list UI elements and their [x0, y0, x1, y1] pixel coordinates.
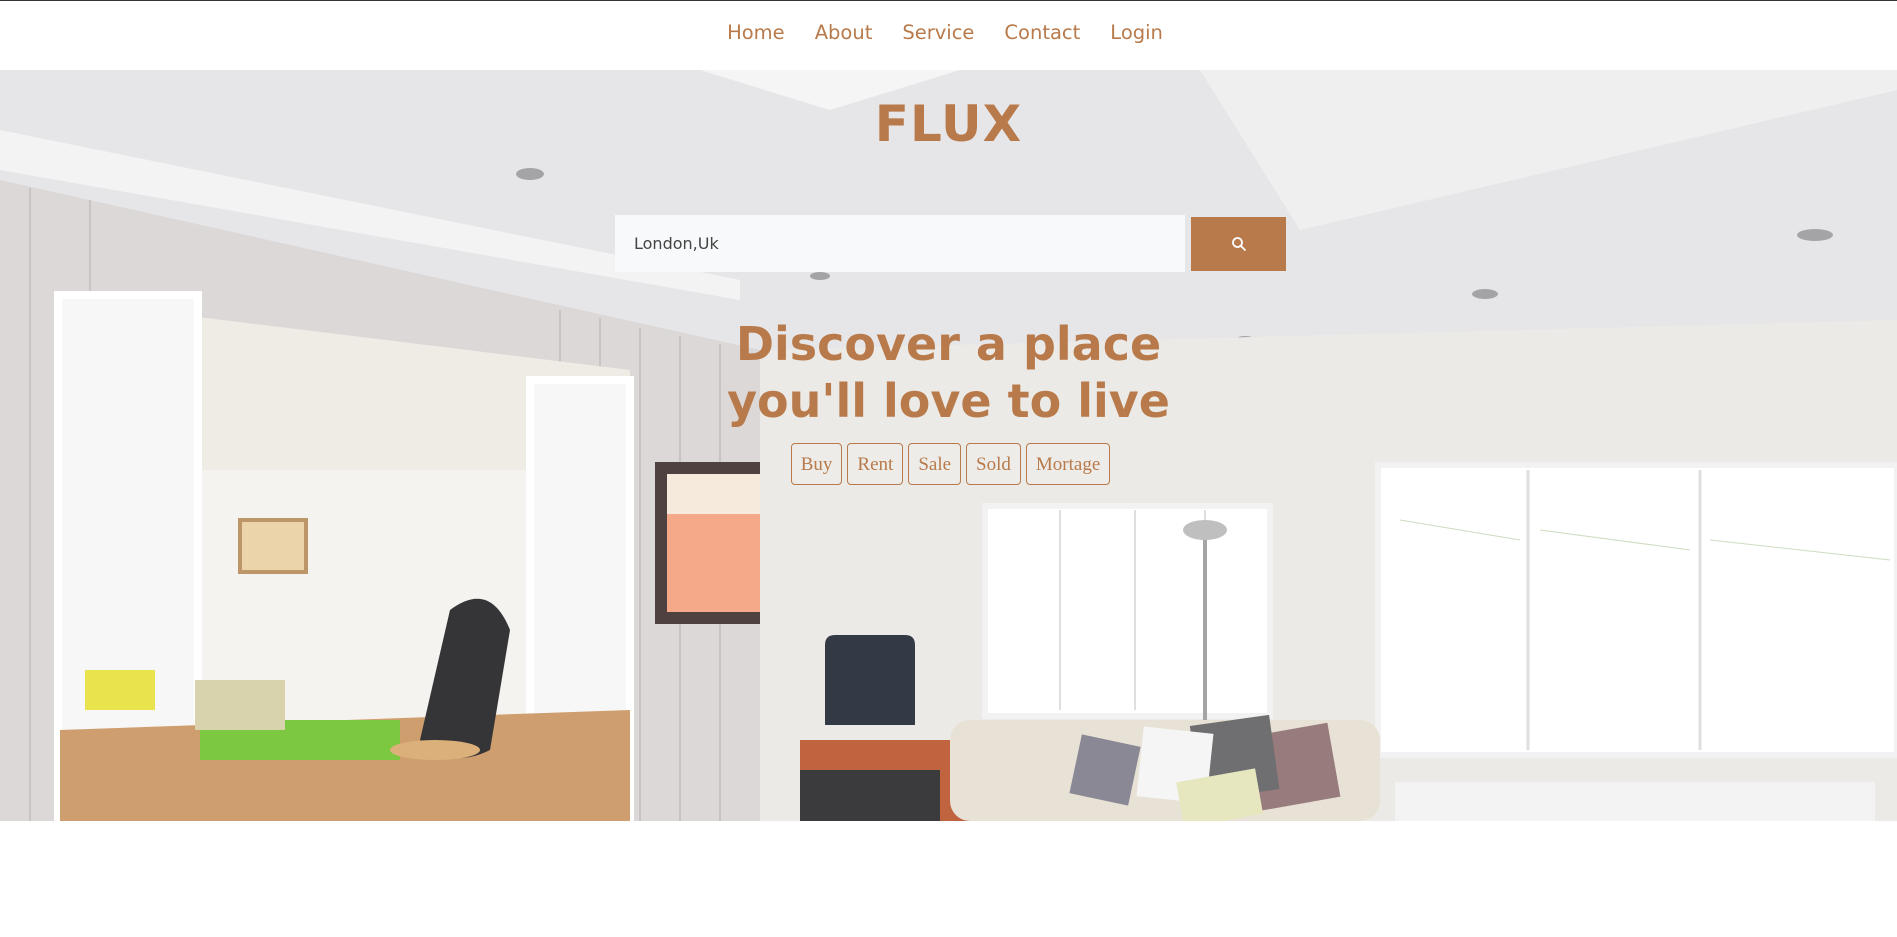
filter-buy-button[interactable]: Buy — [790, 443, 843, 485]
search-input[interactable] — [615, 215, 1185, 272]
nav-link-about[interactable]: About — [800, 21, 888, 44]
brand-logo: FLUX — [874, 95, 1023, 153]
search-button[interactable] — [1191, 217, 1286, 271]
filter-mortage-button[interactable]: Mortage — [1025, 443, 1111, 485]
nav-link-login[interactable]: Login — [1095, 21, 1178, 44]
hero-section: FLUX Discover a place you'll love to liv… — [0, 70, 1897, 821]
nav-link-contact[interactable]: Contact — [989, 21, 1095, 44]
nav-links: Home About Service Contact Login — [712, 21, 1178, 44]
headline-line-2: you'll love to live — [727, 374, 1170, 428]
search-icon — [1231, 237, 1246, 251]
nav-link-service[interactable]: Service — [887, 21, 989, 44]
filter-sold-button[interactable]: Sold — [966, 443, 1021, 485]
filter-buttons: Buy Rent Sale Sold Mortage — [0, 443, 1897, 485]
filter-sale-button[interactable]: Sale — [908, 443, 962, 485]
hero-headline: Discover a place you'll love to live — [0, 316, 1897, 430]
filter-rent-button[interactable]: Rent — [847, 443, 904, 485]
page-bottom-blank — [0, 821, 1897, 937]
top-navbar: Home About Service Contact Login — [0, 1, 1897, 69]
nav-link-home[interactable]: Home — [712, 21, 800, 44]
headline-line-1: Discover a place — [735, 317, 1162, 371]
